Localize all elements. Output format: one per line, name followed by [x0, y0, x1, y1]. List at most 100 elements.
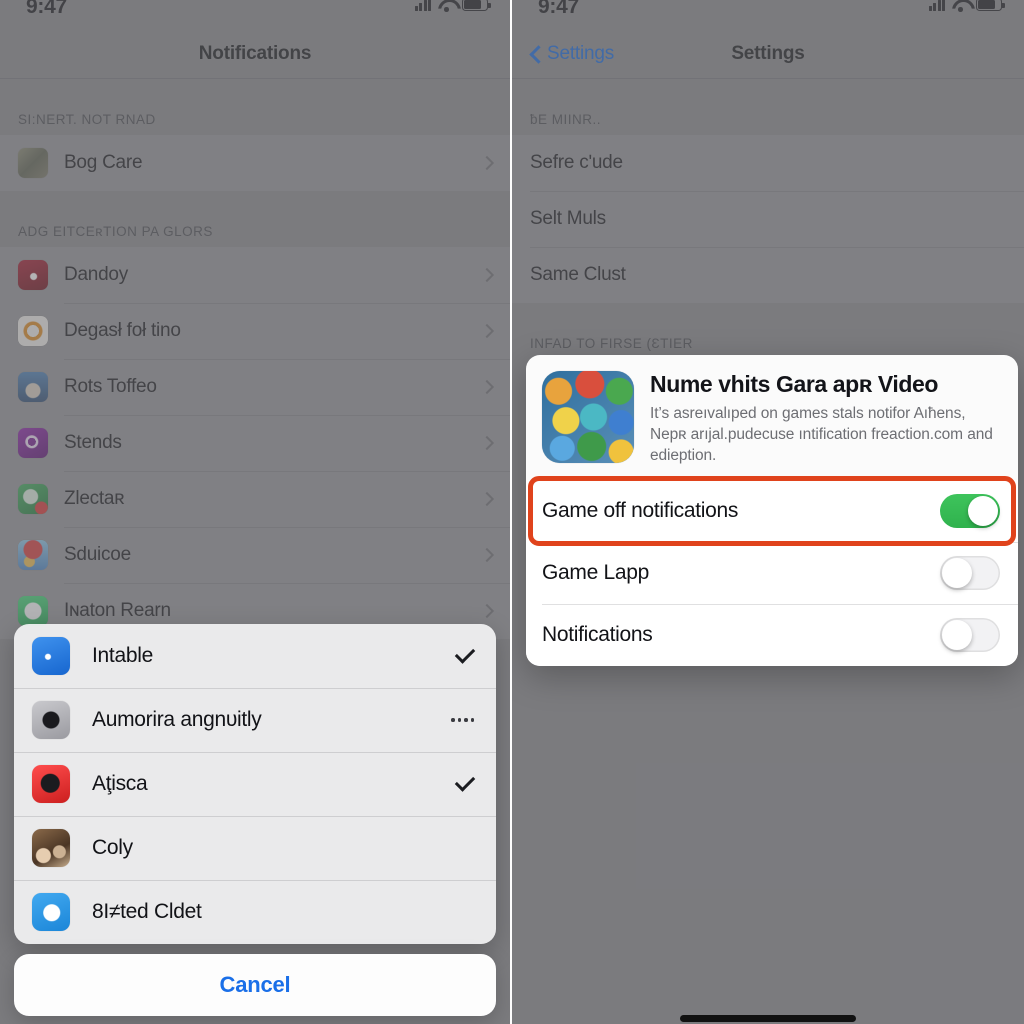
- dual-screenshot-container: 9:47 Notifications SI:NERT. NOT RNAD Bog…: [0, 0, 1024, 1024]
- back-button[interactable]: Settings: [530, 43, 614, 65]
- list-item-label: Dandoy: [64, 264, 128, 285]
- cellular-bars-icon: [928, 0, 945, 11]
- chevron-right-icon: [479, 155, 495, 171]
- app-icon: [32, 637, 70, 675]
- app-icon: [18, 540, 48, 570]
- toggle-knob: [968, 496, 998, 527]
- toggle-switch-off[interactable]: [940, 618, 1000, 653]
- list-item-label: Iɴaton Rearn: [64, 600, 171, 621]
- action-sheet-item-label: Aţisca: [92, 772, 148, 795]
- right-phone-screen: 9:47 Settings Settings ƀE MIINR.. Sefre …: [512, 0, 1024, 1024]
- action-sheet-item-label: Intable: [92, 644, 153, 667]
- list-item[interactable]: Same Clust: [512, 247, 1024, 303]
- page-title: Notifications: [198, 43, 312, 64]
- card-header: Nume vhits Gara apʀ Video It’s asreıvalı…: [526, 355, 1018, 480]
- list-item[interactable]: Selt Muls: [512, 191, 1024, 247]
- action-sheet-item-label: Aumorira angnᴜitly: [92, 708, 262, 731]
- action-sheet-item[interactable]: Aumorira angnᴜitly: [14, 688, 496, 752]
- list-section-apps: Dandoy Degasł foł tino Rots Toffeo Stend…: [0, 247, 510, 639]
- list-item-label: Sduicoe: [64, 544, 131, 565]
- status-bar-left: 9:47: [0, 0, 510, 30]
- action-sheet-options: Intable Aumorira angnᴜitly Aţisca Coly 8…: [14, 624, 496, 944]
- list-item-label: Selt Muls: [530, 208, 606, 229]
- action-sheet-item[interactable]: Intable: [14, 624, 496, 688]
- toggle-label: Game Lapp: [542, 561, 650, 585]
- photo-thumbnail: [32, 829, 70, 867]
- home-indicator: [680, 1015, 856, 1022]
- status-bar-right: 9:47: [512, 0, 1024, 30]
- list-section-settings: Sefre ᴄʹude Selt Muls Same Clust: [512, 135, 1024, 303]
- app-icon: [18, 428, 48, 458]
- left-phone-screen: 9:47 Notifications SI:NERT. NOT RNAD Bog…: [0, 0, 512, 1024]
- toggle-switch-on[interactable]: [940, 494, 1000, 529]
- toggle-row-game-off-notifications[interactable]: Game off notifications: [526, 480, 1018, 543]
- wifi-icon: [438, 0, 455, 12]
- action-sheet-item-label: 8I≠ted Cldet: [92, 900, 202, 923]
- toggle-row-notifications[interactable]: Notifications: [526, 604, 1018, 667]
- toggle-knob: [942, 620, 972, 651]
- chevron-right-icon: [479, 267, 495, 283]
- list-item[interactable]: Bog Care: [0, 135, 510, 191]
- app-icon: [18, 596, 48, 626]
- app-icon: [18, 260, 48, 290]
- chevron-right-icon: [479, 435, 495, 451]
- toggle-switch-off[interactable]: [940, 556, 1000, 591]
- nav-bar-right: Settings Settings: [512, 30, 1024, 78]
- chevron-right-icon: [479, 491, 495, 507]
- toggle-label: Notifications: [542, 623, 653, 647]
- list-item-label: Rots Toffeo: [64, 376, 157, 397]
- card-text-block: Nume vhits Gara apʀ Video It’s asreıvalı…: [650, 371, 1002, 466]
- action-sheet-item[interactable]: 8I≠ted Cldet: [14, 880, 496, 944]
- back-button-label: Settings: [547, 43, 615, 64]
- list-item[interactable]: Rots Toffeo: [0, 359, 510, 415]
- battery-icon: [462, 0, 491, 11]
- chevron-right-icon: [479, 323, 495, 339]
- list-item[interactable]: Dandoy: [0, 247, 510, 303]
- card-description: It’s asreıvalıped on games stals notifor…: [650, 405, 993, 464]
- app-notification-card: Nume vhits Gara apʀ Video It’s asreıvalı…: [526, 355, 1018, 667]
- list-item[interactable]: Degasł foł tino: [0, 303, 510, 359]
- list-item[interactable]: Sduicoe: [0, 527, 510, 583]
- battery-icon: [976, 0, 1005, 11]
- list-item[interactable]: Sefre ᴄʹude: [512, 135, 1024, 191]
- page-title: Settings: [731, 43, 805, 64]
- action-sheet-item[interactable]: Coly: [14, 816, 496, 880]
- chevron-right-icon: [479, 379, 495, 395]
- list-item-label: Bog Care: [64, 152, 143, 173]
- status-bar-clock: 9:47: [26, 0, 67, 18]
- list-item-label: Same Clust: [530, 264, 626, 285]
- app-icon: [18, 148, 48, 178]
- more-options-icon[interactable]: [451, 718, 474, 722]
- section-header-recent: SI:NERT. NOT RNAD: [18, 112, 156, 127]
- chevron-left-icon: [530, 45, 541, 64]
- app-icon: [32, 701, 70, 739]
- app-icon: [18, 372, 48, 402]
- nav-bar-left: Notifications: [0, 30, 510, 78]
- toggle-label: Game off notifications: [542, 499, 739, 523]
- status-bar-indicators: [928, 0, 1005, 12]
- chevron-right-icon: [479, 603, 495, 619]
- list-item[interactable]: Stends: [0, 415, 510, 471]
- action-sheet-item[interactable]: Aţisca: [14, 752, 496, 816]
- wifi-icon: [952, 0, 969, 12]
- card-title: Nume vhits Gara apʀ Video: [650, 371, 939, 397]
- cancel-button[interactable]: Cancel: [14, 954, 496, 1016]
- toggle-row-game-lapp[interactable]: Game Lapp: [526, 542, 1018, 605]
- list-item-label: Degasł foł tino: [64, 320, 181, 341]
- list-item-label: Zlectaʀ: [64, 488, 125, 509]
- checkmark-icon: [456, 779, 474, 789]
- section-header-apps: ADG EITCEʀTION PA GLORS: [18, 224, 213, 239]
- list-item[interactable]: Zlectaʀ: [0, 471, 510, 527]
- status-bar-indicators: [414, 0, 491, 12]
- list-item-label: Sefre ᴄʹude: [530, 152, 623, 173]
- checkmark-icon: [456, 651, 474, 661]
- list-item-label: Stends: [64, 432, 122, 453]
- chevron-right-icon: [479, 547, 495, 563]
- section-header-one: ƀE MIINR..: [530, 112, 602, 127]
- action-sheet: Intable Aumorira angnᴜitly Aţisca Coly 8…: [14, 624, 496, 1016]
- cellular-bars-icon: [414, 0, 431, 11]
- app-icon: [18, 316, 48, 346]
- section-header-two: INFAD TO FIRSE (ƐTIER: [530, 336, 693, 351]
- action-sheet-item-label: Coly: [92, 836, 133, 859]
- app-icon: [18, 484, 48, 514]
